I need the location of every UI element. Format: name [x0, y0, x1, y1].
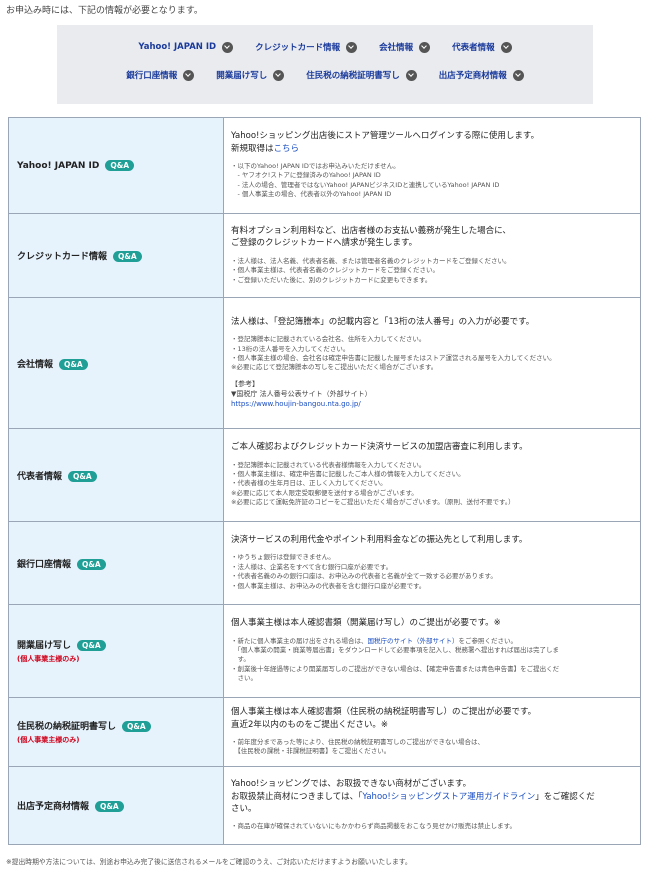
nav-link-business-notice[interactable]: 開業届け写し — [216, 69, 285, 81]
nav-link-yahoo-id[interactable]: Yahoo! JAPAN ID — [138, 41, 234, 53]
row-label: 開業届け写し — [17, 641, 72, 651]
row-content-cell: 有料オプション利用料など、出店者様のお支払い義務が発生した場合に、 ご登録のクレ… — [223, 213, 641, 298]
row-description: 個人事業主様は本人確認書類（住民税の納税証明書写し）のご提出が必要です。 直近2… — [231, 707, 537, 730]
row-notes: ・ゆうちょ銀行は登録できません。 ・法人様は、企業名をすべて含む銀行口座が必要で… — [231, 553, 497, 590]
row-notes: ・登記簿謄本に記載されている代表者様情報を入力してください。 ・個人事業主様は、… — [231, 460, 515, 507]
row-notes: ・法人様は、法人名義、代表者名義、または管理者名義のクレジットカードをご登録くだ… — [231, 256, 511, 284]
qa-button[interactable]: Q&A — [122, 721, 151, 732]
houjin-bangou-link[interactable]: https://www.houjin-bangou.nta.go.jp/ — [231, 400, 361, 408]
row-label: Yahoo! JAPAN ID — [17, 161, 100, 171]
row-label: クレジットカード情報 — [17, 252, 108, 262]
row-content-cell: ご本人確認およびクレジットカード決済サービスの加盟店審査に利用します。 ・登記簿… — [223, 428, 641, 522]
qa-button[interactable]: Q&A — [113, 251, 142, 262]
qa-button[interactable]: Q&A — [77, 640, 106, 651]
nta-site-link[interactable]: 国税庁のサイト（外部サイト） — [368, 637, 459, 645]
row-notes: ・以下のYahoo! JAPAN IDではお申込みいただけません。 - ヤフオク… — [231, 161, 500, 199]
row-label-cell: 開業届け写し Q&A (個人事業主様のみ) — [8, 604, 224, 698]
anchor-nav: Yahoo! JAPAN ID クレジットカード情報 会社情報 代表者情報 銀行… — [57, 25, 593, 104]
row-label-cell: 代表者情報 Q&A — [8, 428, 224, 522]
row-description: ご本人確認およびクレジットカード決済サービスの加盟店審査に利用します。 — [231, 442, 528, 453]
requirements-table: Yahoo! JAPAN ID Q&A Yahoo!ショッピング出店後にストア管理… — [8, 117, 641, 845]
row-description: 個人事業主様は本人確認書類（開業届け写し）のご提出が必要です。※ — [231, 618, 501, 629]
store-guideline-link[interactable]: Yahoo!ショッピングストア運用ガイドライン — [362, 792, 535, 802]
chevron-down-icon — [500, 41, 512, 53]
row-label: 住民税の納税証明書写し — [17, 722, 117, 732]
new-registration-link[interactable]: こちら — [274, 144, 300, 154]
table-row: 住民税の納税証明書写し Q&A (個人事業主様のみ) 個人事業主様は本人確認書類（住… — [8, 697, 641, 767]
nav-link-company[interactable]: 会社情報 — [379, 41, 431, 53]
table-row: Yahoo! JAPAN ID Q&A Yahoo!ショッピング出店後にストア管理… — [8, 117, 641, 214]
nav-link-representative[interactable]: 代表者情報 — [452, 41, 512, 53]
table-row: 代表者情報 Q&A ご本人確認およびクレジットカード決済サービスの加盟店審査に利用… — [8, 428, 641, 522]
table-row: 会社情報 Q&A 法人様は、「登記簿謄本」の記載内容と「13桁の法人番号」の入力が… — [8, 297, 641, 429]
nav-link-credit-card[interactable]: クレジットカード情報 — [255, 41, 358, 53]
chevron-down-icon — [222, 41, 234, 53]
qa-button[interactable]: Q&A — [77, 558, 106, 570]
row-label-cell: クレジットカード情報 Q&A — [8, 213, 224, 298]
row-description: Yahoo!ショッピングでは、お取扱できない商材がございます。 お取扱禁止商材に… — [231, 779, 595, 814]
row-label: 銀行口座情報 — [17, 559, 72, 570]
row-description: 決済サービスの利用代金やポイント利用料金などの振込先として利用します。 — [231, 535, 528, 545]
qa-button[interactable]: Q&A — [105, 160, 135, 171]
table-row: 出店予定商材情報 Q&A Yahoo!ショッピングでは、お取扱できない商材がござい… — [8, 766, 641, 845]
row-notes: ・新たに個人事業主の届け出をされる場合は、国税庁のサイト（外部サイト）をご参照く… — [231, 636, 560, 683]
chevron-down-icon — [405, 69, 417, 81]
nav-link-bank-account[interactable]: 銀行口座情報 — [126, 69, 195, 81]
row-sublabel: (個人事業主様のみ) — [17, 736, 80, 744]
row-description: 法人様は、「登記簿謄本」の記載内容と「13桁の法人番号」の入力が必要です。 — [231, 316, 535, 327]
row-content-cell: 法人様は、「登記簿謄本」の記載内容と「13桁の法人番号」の入力が必要です。 ・登… — [223, 297, 641, 429]
qa-button[interactable]: Q&A — [95, 801, 124, 812]
chevron-down-icon — [419, 41, 431, 53]
reference-block: 【参考】 ▼国税庁 法人番号公表サイト（外部サイト） https://www.h… — [231, 379, 372, 409]
row-label-cell: 会社情報 Q&A — [8, 297, 224, 429]
row-label: 代表者情報 — [17, 471, 63, 482]
row-notes: ・前年度分まであった等により、住民税の納税証明書写しのご提出ができない場合は、 … — [231, 737, 485, 756]
row-label-cell: 銀行口座情報 Q&A — [8, 521, 224, 605]
chevron-down-icon — [512, 69, 524, 81]
row-label-cell: Yahoo! JAPAN ID Q&A — [8, 117, 224, 214]
row-description: Yahoo!ショッピング出店後にストア管理ツールへログインする際に使用します。 … — [231, 131, 540, 154]
row-label-cell: 住民税の納税証明書写し Q&A (個人事業主様のみ) — [8, 697, 224, 767]
qa-button[interactable]: Q&A — [59, 358, 88, 370]
row-content-cell: Yahoo!ショッピングでは、お取扱できない商材がございます。 お取扱禁止商材に… — [223, 766, 641, 845]
row-content-cell: 個人事業主様は本人確認書類（開業届け写し）のご提出が必要です。※ ・新たに個人事… — [223, 604, 641, 698]
row-notes: ・登記簿謄本に記載されている会社名、住所を入力してください。 ・13桁の法人番号… — [231, 335, 556, 372]
chevron-down-icon — [183, 69, 195, 81]
chevron-down-icon — [273, 69, 285, 81]
chevron-down-icon — [346, 41, 358, 53]
anchor-nav-row-1: Yahoo! JAPAN ID クレジットカード情報 会社情報 代表者情報 — [57, 41, 593, 53]
nav-link-products[interactable]: 出店予定商材情報 — [439, 69, 524, 81]
row-label: 会社情報 — [17, 359, 54, 370]
intro-text: お申込み時には、下記の情報が必要となります。 — [6, 6, 203, 16]
anchor-nav-row-2: 銀行口座情報 開業届け写し 住民税の納税証明書写し 出店予定商材情報 — [57, 69, 593, 81]
table-row: 銀行口座情報 Q&A 決済サービスの利用代金やポイント利用料金などの振込先として利… — [8, 521, 641, 605]
row-sublabel: (個人事業主様のみ) — [17, 655, 80, 663]
row-description: 有料オプション利用料など、出店者様のお支払い義務が発生した場合に、 ご登録のクレ… — [231, 226, 511, 249]
table-row: 開業届け写し Q&A (個人事業主様のみ) 個人事業主様は本人確認書類（開業届け写し… — [8, 604, 641, 698]
footnote: ※提出時期や方法については、別途お申込み完了後に送信されるメールをご確認のうえ、… — [6, 858, 412, 866]
row-label-cell: 出店予定商材情報 Q&A — [8, 766, 224, 845]
row-content-cell: 個人事業主様は本人確認書類（住民税の納税証明書写し）のご提出が必要です。 直近2… — [223, 697, 641, 767]
row-label: 出店予定商材情報 — [17, 802, 90, 812]
row-content-cell: Yahoo!ショッピング出店後にストア管理ツールへログインする際に使用します。 … — [223, 117, 641, 214]
row-content-cell: 決済サービスの利用代金やポイント利用料金などの振込先として利用します。 ・ゆうち… — [223, 521, 641, 605]
row-notes: ・商品の在庫が確保されていないにもかかわらず商品掲載をおこなう見せかけ販売は禁止… — [231, 822, 517, 831]
table-row: クレジットカード情報 Q&A 有料オプション利用料など、出店者様のお支払い義務が発… — [8, 213, 641, 298]
qa-button[interactable]: Q&A — [68, 470, 97, 482]
nav-link-tax-certificate[interactable]: 住民税の納税証明書写し — [306, 69, 417, 81]
